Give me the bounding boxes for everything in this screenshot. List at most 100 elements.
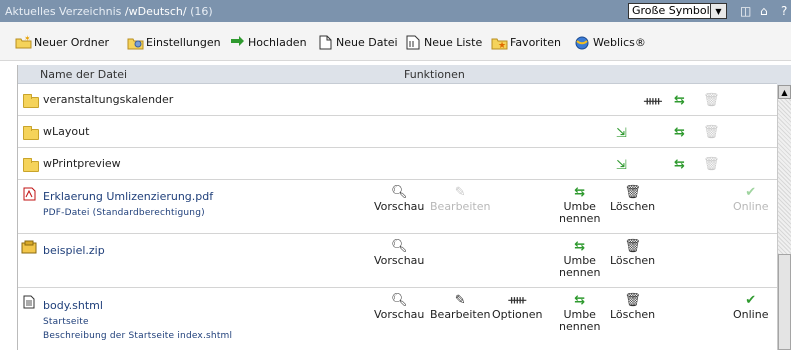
settings-button[interactable]: Einstellungen <box>126 34 221 50</box>
zip-archive-icon <box>21 240 37 254</box>
new-folder-button[interactable]: ✶ Neuer Ordner <box>14 34 109 50</box>
trash-icon: 🗑 <box>624 239 641 254</box>
online-label: Online <box>733 308 769 321</box>
dropdown-arrow-icon[interactable]: ▼ <box>711 3 727 19</box>
rename-icon[interactable]: ⇆ <box>674 157 685 172</box>
rename-button[interactable]: ⇆ Umbe nennen <box>559 186 600 225</box>
preview-label: Vorschau <box>374 308 425 321</box>
check-icon: ✔ <box>745 293 757 308</box>
file-name[interactable]: veranstaltungskalender <box>43 93 173 106</box>
column-name[interactable]: Name der Datei <box>40 68 127 81</box>
rename-label-2: nennen <box>559 266 601 279</box>
new-folder-icon: ✶ <box>14 34 32 50</box>
directory-path[interactable]: /wDeutsch/ <box>125 5 187 18</box>
rename-icon[interactable]: ⇆ <box>674 125 685 140</box>
delete-button[interactable]: 🗑 Löschen <box>610 186 655 213</box>
delete-icon-disabled: 🗑 <box>703 93 720 108</box>
online-toggle[interactable]: ✔ Online <box>733 294 768 321</box>
upload-label: Hochladen <box>248 35 307 49</box>
options-icon[interactable]: ᚔ <box>644 94 662 109</box>
file-name[interactable]: wPrintpreview <box>43 157 121 170</box>
file-title: Startseite <box>43 317 89 327</box>
file-description: PDF-Datei (Standardberechtigung) <box>43 208 205 218</box>
preview-label: Vorschau <box>374 200 425 213</box>
favorites-icon: ★ <box>490 34 508 50</box>
new-list-button[interactable]: Neue Liste <box>404 34 482 50</box>
favorites-button[interactable]: ★ Favoriten <box>490 34 561 50</box>
edit-icon: ✎ <box>454 293 466 308</box>
file-list: Name der Datei Funktionen veranstaltungs… <box>17 65 777 350</box>
options-button[interactable]: ᚔ Optionen <box>492 294 542 321</box>
upload-button[interactable]: Hochladen <box>228 34 307 50</box>
view-mode-select[interactable]: Große Symbole ▼ <box>628 3 727 19</box>
scroll-thumb[interactable] <box>778 254 791 350</box>
move-icon[interactable]: ⇲ <box>616 126 627 141</box>
list-item[interactable]: veranstaltungskalender ᚔ ⇆ 🗑 <box>18 85 777 116</box>
list-item[interactable]: wLayout ⇲ ⇆ 🗑 <box>18 117 777 148</box>
scroll-track[interactable] <box>778 99 791 254</box>
column-functions: Funktionen <box>404 68 465 81</box>
settings-icon <box>126 34 144 50</box>
new-file-icon <box>316 34 334 50</box>
move-icon[interactable]: ⇲ <box>616 158 627 173</box>
edit-label: Bearbeiten <box>430 308 491 321</box>
preview-button[interactable]: 🔍︎ Vorschau <box>374 240 424 267</box>
delete-label: Löschen <box>610 308 656 321</box>
new-list-icon <box>404 34 422 50</box>
file-name[interactable]: wLayout <box>43 125 89 138</box>
rename-icon: ⇆ <box>574 185 586 200</box>
list-item[interactable]: Erklaerung Umlizenzierung.pdf PDF-Datei … <box>18 181 777 234</box>
delete-button[interactable]: 🗑 Löschen <box>610 240 655 267</box>
rename-button[interactable]: ⇆ Umbe nennen <box>559 240 600 279</box>
weblics-button[interactable]: Weblics® <box>573 34 646 50</box>
rename-icon: ⇆ <box>574 293 586 308</box>
edit-button[interactable]: ✎ Bearbeiten <box>430 294 490 321</box>
delete-icon-disabled: 🗑 <box>703 125 720 140</box>
new-list-label: Neue Liste <box>424 35 483 49</box>
online-status: ✔ Online <box>733 186 768 213</box>
file-name[interactable]: Erklaerung Umlizenzierung.pdf <box>43 190 213 203</box>
list-item[interactable]: beispiel.zip 🔍︎ Vorschau ⇆ Umbe nennen 🗑… <box>18 235 777 288</box>
preview-button[interactable]: 🔍︎ Vorschau <box>374 294 424 321</box>
options-icon: ᚔ <box>508 293 527 308</box>
new-file-label: Neue Datei <box>336 35 398 49</box>
list-item[interactable]: wPrintpreview ⇲ ⇆ 🗑 <box>18 149 777 180</box>
folder-icon <box>23 158 39 172</box>
scroll-up-icon[interactable]: ▲ <box>778 85 791 99</box>
edit-icon: ✎ <box>454 185 466 200</box>
magnifier-icon: 🔍︎ <box>390 185 408 200</box>
view-mode-value[interactable]: Große Symbole <box>628 3 711 19</box>
delete-label: Löschen <box>610 254 656 267</box>
delete-label: Löschen <box>610 200 656 213</box>
vertical-scrollbar[interactable]: ▲ <box>777 85 791 350</box>
title-bar: Aktuelles Verzeichnis /wDeutsch/ (16) Gr… <box>0 0 791 22</box>
svg-text:★: ★ <box>498 41 506 50</box>
svg-text:✶: ✶ <box>24 35 31 43</box>
rename-icon: ⇆ <box>574 239 586 254</box>
file-name[interactable]: beispiel.zip <box>43 244 105 257</box>
magnifier-icon: 🔍︎ <box>390 293 408 308</box>
file-description: Beschreibung der Startseite index.shtml <box>43 331 233 341</box>
trash-icon: 🗑 <box>624 185 641 200</box>
directory-count: (16) <box>190 4 213 18</box>
pdf-file-icon <box>21 187 37 201</box>
favorites-label: Favoriten <box>510 35 561 49</box>
home-icon[interactable]: ⌂ <box>760 3 768 19</box>
help-icon[interactable]: ? <box>781 3 787 19</box>
folder-icon <box>23 126 39 140</box>
preview-label: Vorschau <box>374 254 425 267</box>
rename-icon[interactable]: ⇆ <box>674 93 685 108</box>
toolbar: ✶ Neuer Ordner Einstellungen Hochladen N… <box>0 22 791 61</box>
list-item[interactable]: body.shtml Startseite Beschreibung der S… <box>18 289 777 350</box>
edit-label: Bearbeiten <box>430 200 491 213</box>
delete-icon-disabled: 🗑 <box>703 157 720 172</box>
file-name[interactable]: body.shtml <box>43 299 103 312</box>
check-icon: ✔ <box>745 185 757 200</box>
window-icon[interactable]: ◫ <box>740 3 751 19</box>
header-corner <box>777 65 791 85</box>
new-file-button[interactable]: Neue Datei <box>316 34 398 50</box>
document-icon <box>21 295 37 309</box>
preview-button[interactable]: 🔍︎ Vorschau <box>374 186 424 213</box>
rename-button[interactable]: ⇆ Umbe nennen <box>559 294 600 333</box>
delete-button[interactable]: 🗑 Löschen <box>610 294 655 321</box>
